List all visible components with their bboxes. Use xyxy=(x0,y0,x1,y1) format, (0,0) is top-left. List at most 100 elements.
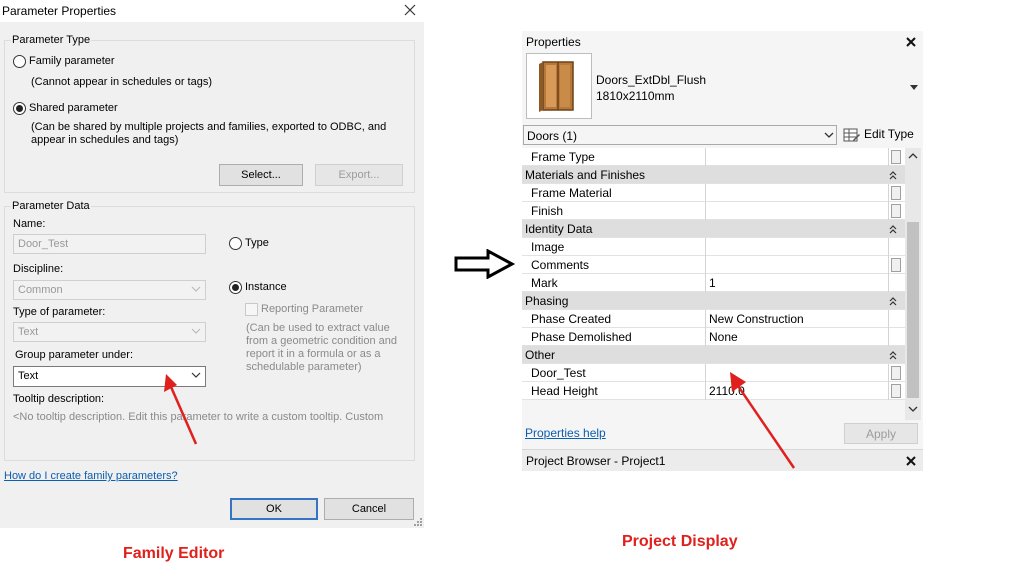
shared-parameter-radio[interactable] xyxy=(13,102,26,115)
parameter-type-legend: Parameter Type xyxy=(11,34,92,46)
property-row[interactable]: Frame Material xyxy=(522,184,905,202)
column-divider xyxy=(888,274,889,292)
reporting-parameter-checkbox[interactable] xyxy=(245,303,258,316)
resize-grip-icon[interactable] xyxy=(413,517,423,527)
collapse-icon[interactable] xyxy=(888,170,898,180)
collapse-icon[interactable] xyxy=(888,296,898,306)
column-divider xyxy=(888,238,889,256)
close-icon[interactable] xyxy=(905,36,917,48)
close-icon[interactable] xyxy=(905,455,917,467)
tooltip-description-text[interactable]: <No tooltip description. Edit this param… xyxy=(13,411,408,423)
tooltip-description-label: Tooltip description: xyxy=(13,393,105,405)
collapse-icon[interactable] xyxy=(888,350,898,360)
property-row[interactable]: Phase Created New Construction xyxy=(522,310,905,328)
family-parameter-note: (Cannot appear in schedules or tags) xyxy=(31,76,212,88)
property-row[interactable]: Finish xyxy=(522,202,905,220)
edit-value-button[interactable] xyxy=(891,204,901,218)
properties-help-link[interactable]: Properties help xyxy=(525,426,606,440)
caption-project-display: Project Display xyxy=(622,533,738,550)
property-section[interactable]: Materials and Finishes xyxy=(522,166,905,184)
collapse-icon[interactable] xyxy=(888,224,898,234)
shared-parameter-note-line1: (Can be shared by multiple projects and … xyxy=(31,121,387,133)
property-label: Frame Type xyxy=(531,150,595,164)
edit-value-button[interactable] xyxy=(891,186,901,200)
help-link[interactable]: How do I create family parameters? xyxy=(4,470,178,482)
property-row[interactable]: Image xyxy=(522,238,905,256)
discipline-select[interactable]: Common xyxy=(13,280,206,300)
property-row[interactable]: Door_Test xyxy=(522,364,905,382)
scroll-down-icon[interactable] xyxy=(908,406,918,413)
edit-value-button[interactable] xyxy=(891,384,901,398)
property-value[interactable]: New Construction xyxy=(709,312,804,326)
select-button[interactable]: Select... xyxy=(219,164,303,186)
section-label: Identity Data xyxy=(525,222,593,236)
column-divider xyxy=(705,310,706,328)
column-divider xyxy=(705,328,706,346)
property-row[interactable]: Phase Demolished None xyxy=(522,328,905,346)
export-button[interactable]: Export... xyxy=(315,164,403,186)
project-browser-title: Project Browser - Project1 xyxy=(526,454,666,468)
type-of-parameter-value: Text xyxy=(18,326,39,338)
column-divider xyxy=(705,274,706,292)
properties-scrollbar[interactable] xyxy=(905,148,921,420)
close-icon[interactable] xyxy=(401,1,419,19)
name-label: Name: xyxy=(13,218,46,230)
dialog-titlebar: Parameter Properties xyxy=(0,0,424,22)
discipline-value: Common xyxy=(18,284,63,296)
property-row[interactable]: Mark 1 xyxy=(522,274,905,292)
edit-type-button[interactable]: Edit Type xyxy=(842,125,920,145)
edit-value-button[interactable] xyxy=(891,258,901,272)
type-selector-dropdown-icon[interactable] xyxy=(910,85,918,90)
edit-value-button[interactable] xyxy=(891,150,901,164)
section-label: Materials and Finishes xyxy=(525,168,646,182)
property-label: Frame Material xyxy=(531,186,612,200)
scroll-up-icon[interactable] xyxy=(908,152,918,159)
column-divider xyxy=(705,382,706,400)
type-radio[interactable] xyxy=(229,237,242,250)
property-value[interactable]: None xyxy=(709,330,738,344)
ok-button[interactable]: OK xyxy=(230,498,318,520)
reporting-parameter-label: Reporting Parameter xyxy=(261,303,364,315)
property-label: Image xyxy=(531,240,565,254)
family-parameter-label: Family parameter xyxy=(29,55,115,67)
type-size: 1810x2110mm xyxy=(596,89,675,103)
dialog-title: Parameter Properties xyxy=(2,4,117,18)
property-row[interactable]: Comments xyxy=(522,256,905,274)
name-field[interactable]: Door_Test xyxy=(13,234,206,254)
group-parameter-value: Text xyxy=(18,370,39,382)
column-divider xyxy=(888,202,889,220)
property-label: Phase Demolished xyxy=(531,330,632,344)
instance-radio[interactable] xyxy=(229,281,242,294)
family-parameter-radio[interactable] xyxy=(13,55,26,68)
column-divider xyxy=(888,328,889,346)
caption-family-editor: Family Editor xyxy=(123,545,225,562)
property-label: Mark xyxy=(531,276,558,290)
type-name: Doors_ExtDbl_Flush xyxy=(596,73,707,87)
property-value[interactable]: 1 xyxy=(709,276,716,290)
section-label: Other xyxy=(525,348,556,362)
edit-type-label: Edit Type xyxy=(864,127,914,141)
property-row[interactable]: Frame Type xyxy=(522,148,905,166)
property-label: Door_Test xyxy=(531,366,586,380)
parameter-data-legend: Parameter Data xyxy=(11,200,91,212)
column-divider xyxy=(705,256,706,274)
property-section[interactable]: Phasing xyxy=(522,292,905,310)
column-divider xyxy=(888,148,889,166)
shared-parameter-label: Shared parameter xyxy=(29,102,118,114)
reporting-note-line3: report it in a formula or as a xyxy=(246,348,381,360)
apply-button[interactable]: Apply xyxy=(844,423,918,444)
type-of-parameter-select[interactable]: Text xyxy=(13,322,206,342)
edit-value-button[interactable] xyxy=(891,366,901,380)
parameter-properties-dialog: Parameter Properties Parameter Type Fami… xyxy=(0,0,424,528)
column-divider xyxy=(888,310,889,328)
type-thumbnail xyxy=(526,53,592,119)
cancel-button[interactable]: Cancel xyxy=(324,498,414,520)
edit-type-icon xyxy=(843,128,860,142)
column-divider xyxy=(705,202,706,220)
scroll-thumb[interactable] xyxy=(907,222,919,398)
property-row[interactable]: Head Height 2110.0 xyxy=(522,382,905,400)
element-selector[interactable]: Doors (1) xyxy=(523,125,837,145)
property-label: Finish xyxy=(531,204,564,218)
property-section[interactable]: Identity Data xyxy=(522,220,905,238)
property-section[interactable]: Other xyxy=(522,346,905,364)
